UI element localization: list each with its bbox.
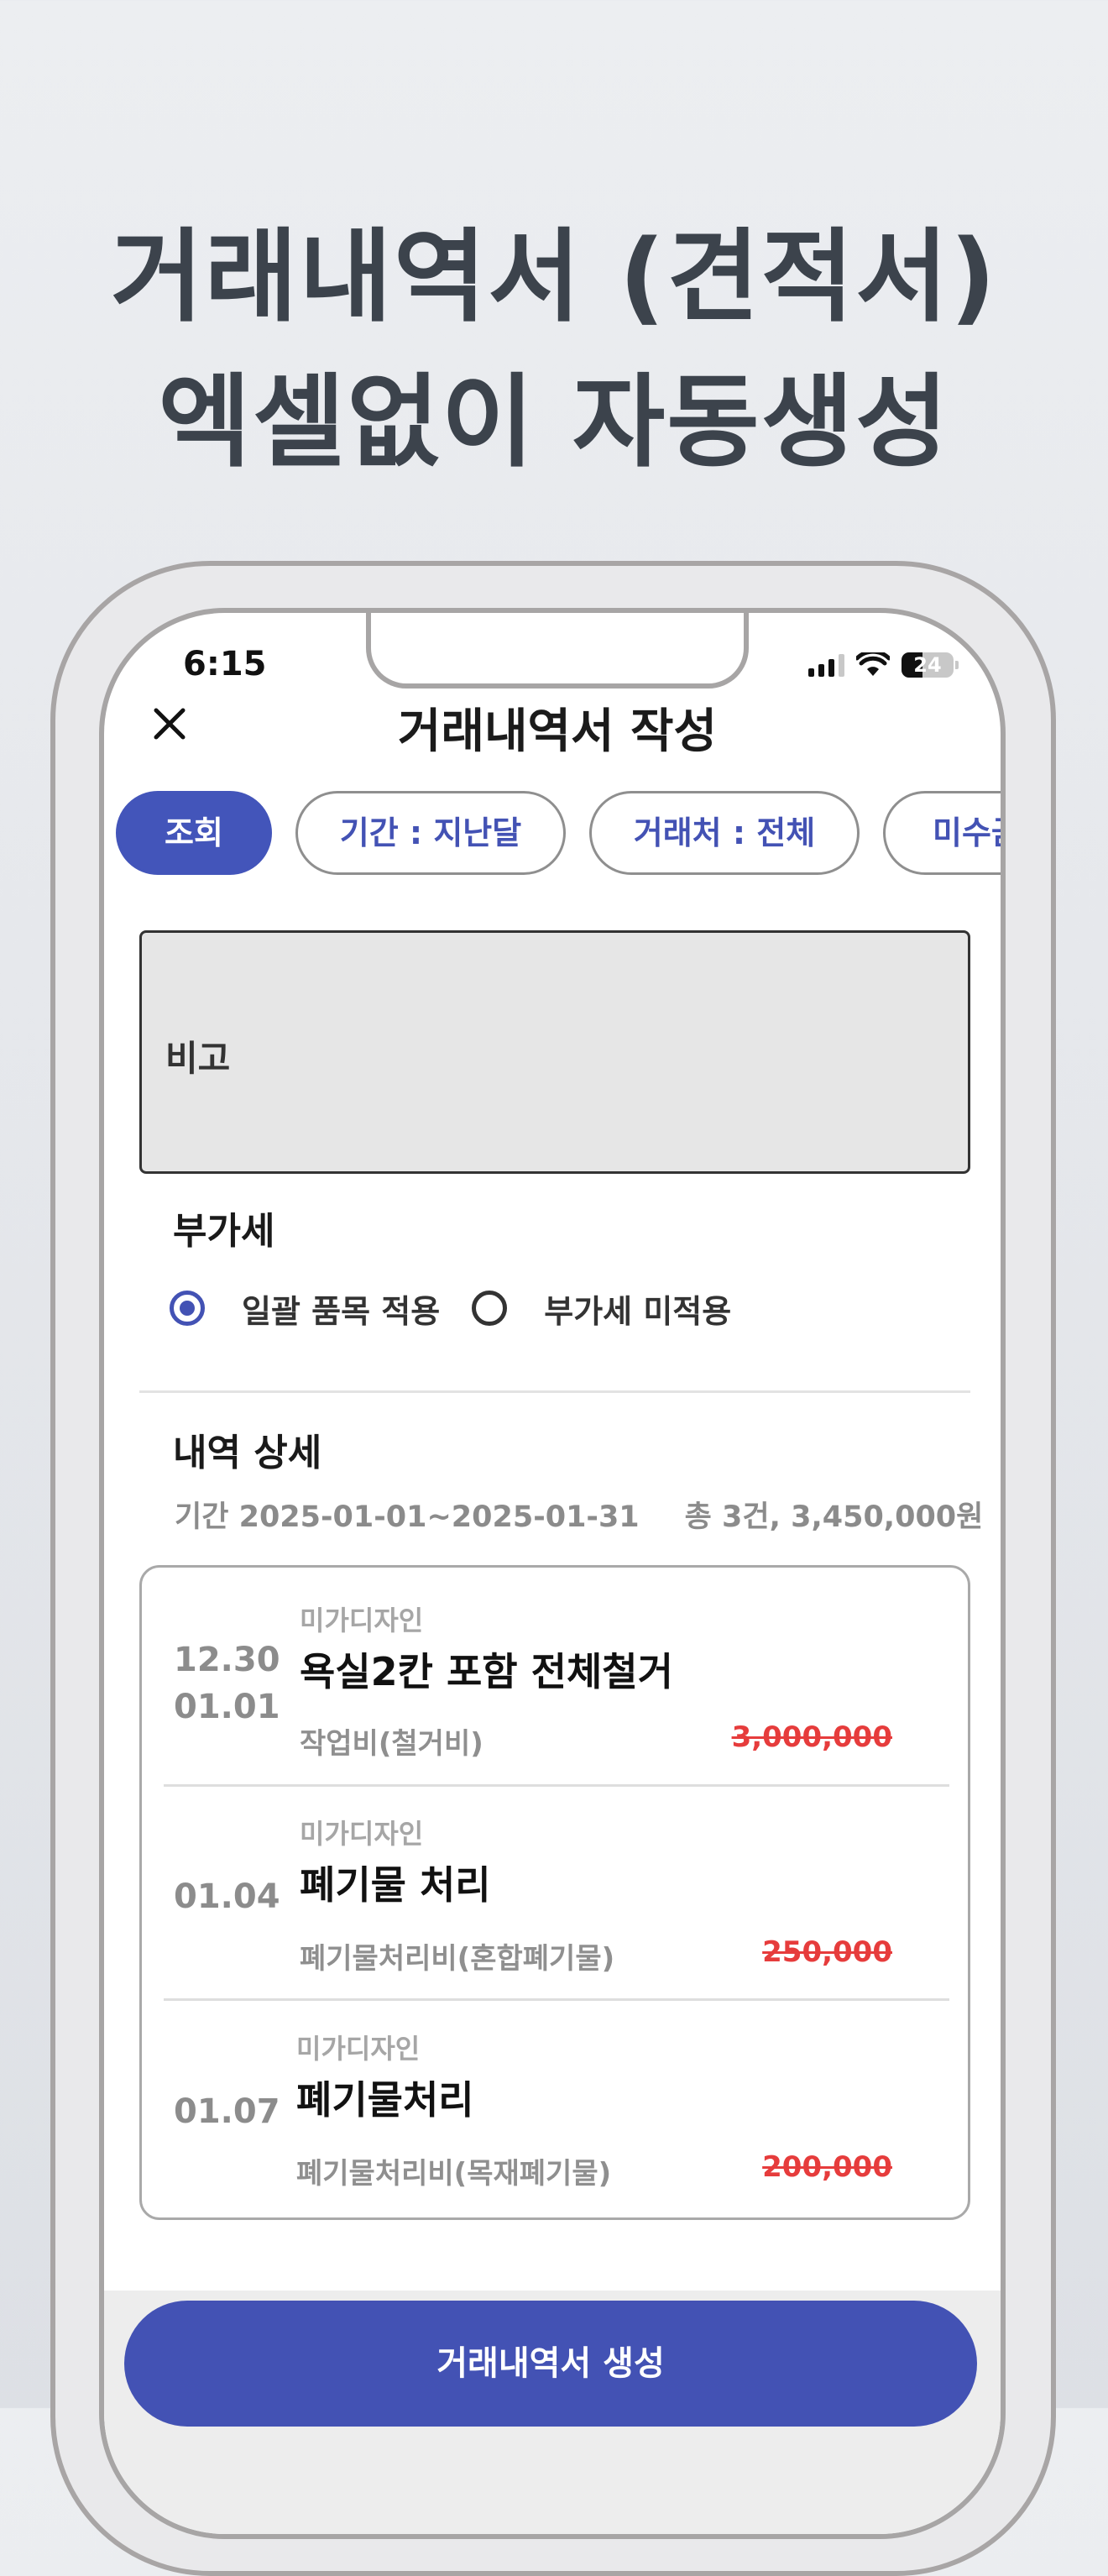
page-title: 거래내역서 작성 xyxy=(397,704,718,759)
wifi-icon xyxy=(856,652,890,676)
item-client: 미가디자인 xyxy=(296,2033,421,2065)
list-item[interactable]: 01.04 미가디자인 폐기물 처리 폐기물처리비(혼합폐기물) 250,000 xyxy=(142,1783,968,1997)
item-category: 폐기물처리비(목재폐기물) xyxy=(296,2157,612,2191)
item-amount: 200,000 xyxy=(762,2150,892,2184)
status-icons: 24 xyxy=(808,648,959,682)
details-period: 기간 2025-01-01~2025-01-31 xyxy=(175,1500,640,1534)
memo-field[interactable]: 비고 xyxy=(139,930,970,1174)
list-item[interactable]: 01.07 미가디자인 폐기물처리 폐기물처리비(목재폐기물) 200,000 xyxy=(142,1997,968,2212)
chip-receivables[interactable]: 미수금 xyxy=(883,791,1001,875)
vat-option-bulk-label[interactable]: 일괄 품목 적용 xyxy=(242,1285,440,1332)
item-amount: 3,000,000 xyxy=(731,1720,892,1754)
item-name: 욕실2칸 포함 전체철거 xyxy=(300,1649,673,1694)
status-time: 6:15 xyxy=(183,645,267,683)
vat-options: 일괄 품목 적용 부가세 미적용 xyxy=(170,1283,731,1333)
vat-option-bulk-radio[interactable] xyxy=(170,1291,205,1326)
item-client: 미가디자인 xyxy=(300,1605,424,1636)
item-category: 폐기물처리비(혼합폐기물) xyxy=(300,1942,615,1976)
bottom-action-bar: 거래내역서 생성 xyxy=(104,2291,1001,2534)
list-item[interactable]: 12.30 01.01 미가디자인 욕실2칸 포함 전체철거 작업비(철거비) … xyxy=(142,1568,968,1783)
filter-chip-row: 조회 기간 : 지난달 거래처 : 전체 미수금 xyxy=(116,791,1001,878)
chip-client[interactable]: 거래처 : 전체 xyxy=(589,791,860,875)
item-date: 01.04 xyxy=(174,1877,280,1916)
item-amount: 250,000 xyxy=(762,1935,892,1969)
battery-level: 24 xyxy=(913,653,942,677)
vat-option-none-label[interactable]: 부가세 미적용 xyxy=(544,1285,731,1332)
section-divider xyxy=(139,1390,970,1393)
phone-screen: 6:15 24 거래내역서 작성 조회 기간 : 지난달 거래처 : 전체 미수… xyxy=(99,608,1006,2539)
chip-search[interactable]: 조회 xyxy=(116,791,272,875)
chip-period[interactable]: 기간 : 지난달 xyxy=(295,791,566,875)
promo-headline-line2: 엑셀없이 자동생성 xyxy=(158,364,950,481)
memo-label: 비고 xyxy=(165,1038,231,1079)
details-section-title: 내역 상세 xyxy=(173,1432,322,1474)
item-name: 폐기물처리 xyxy=(296,2077,474,2123)
item-category: 작업비(철거비) xyxy=(300,1727,483,1761)
item-name: 폐기물 처리 xyxy=(300,1862,491,1908)
vat-section-title: 부가세 xyxy=(173,1210,275,1253)
transaction-list: 12.30 01.01 미가디자인 욕실2칸 포함 전체철거 작업비(철거비) … xyxy=(139,1565,970,2220)
details-summary: 기간 2025-01-01~2025-01-31 총 3건, 3,450,000원 xyxy=(175,1493,983,1536)
details-total: 총 3건, 3,450,000원 xyxy=(684,1500,984,1534)
phone-notch xyxy=(366,613,749,689)
top-bar: 거래내역서 작성 xyxy=(104,680,1001,764)
promo-headline-line1: 거래내역서 (견적서) xyxy=(110,219,998,336)
vat-option-none-radio[interactable] xyxy=(472,1291,508,1326)
item-client: 미가디자인 xyxy=(300,1818,424,1850)
battery-icon: 24 xyxy=(902,652,959,678)
cellular-signal-icon xyxy=(808,653,844,677)
item-date: 12.30 01.01 xyxy=(174,1641,280,1726)
item-date: 01.07 xyxy=(174,2092,280,2131)
